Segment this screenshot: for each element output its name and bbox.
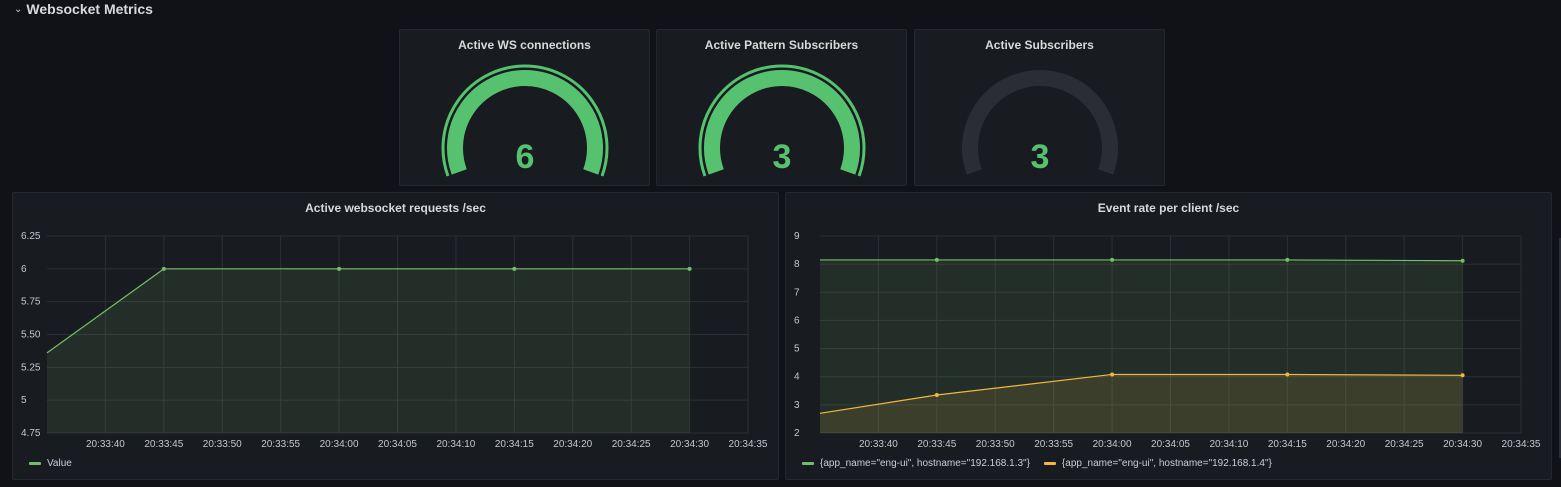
x-tick-label: 20:34:35 (729, 439, 768, 450)
data-point (1285, 372, 1290, 377)
x-tick-label: 20:34:05 (1151, 439, 1190, 450)
legend-label: Value (47, 458, 72, 469)
gauge: 3 (962, 70, 1118, 176)
gauge-value: 3 (773, 138, 792, 176)
data-point (1460, 258, 1465, 263)
y-tick-label: 4 (794, 372, 800, 383)
x-tick-label: 20:34:10 (436, 439, 475, 450)
x-tick-label: 20:34:10 (1209, 439, 1248, 450)
x-tick-label: 20:34:35 (1502, 439, 1541, 450)
chart-panel-active-websocket-requests[interactable]: Active websocket requests /sec 4.75 5 5.25… (12, 192, 779, 480)
x-tick-label: 20:33:50 (976, 439, 1015, 450)
x-tick-label: 20:33:50 (203, 439, 242, 450)
gauge-value: 3 (1031, 138, 1050, 176)
data-point (934, 257, 939, 262)
timeseries-chart: 2 3 4 5 6 7 8 9 20:33:40 20:33:45 20:33:50 20:33:55… (794, 231, 1541, 450)
y-tick-label: 2 (794, 428, 800, 439)
gauge: 6 (441, 64, 609, 177)
y-tick-label: 4.75 (21, 428, 41, 439)
x-tick-label: 20:34:25 (1385, 439, 1424, 450)
legend-item[interactable]: {app_name="eng-ui", hostname="192.168.1.… (1043, 458, 1272, 469)
x-tick-label: 20:33:40 (86, 439, 125, 450)
y-tick-label: 9 (794, 231, 800, 242)
x-tick-label: 20:34:00 (320, 439, 359, 450)
y-tick-label: 5.50 (21, 330, 41, 341)
row-title: Websocket Metrics (26, 1, 153, 17)
x-tick-label: 20:34:30 (1443, 439, 1482, 450)
data-point (1110, 257, 1115, 262)
x-tick-label: 20:33:55 (261, 439, 300, 450)
gauge-panel-active-pattern-subscribers[interactable]: Active Pattern Subscribers 3 (656, 29, 907, 186)
chart-legend: Value (29, 458, 72, 469)
x-tick-label: 20:33:55 (1034, 439, 1073, 450)
legend-label: {app_name="eng-ui", hostname="192.168.1.… (820, 458, 1030, 469)
x-tick-label: 20:34:00 (1093, 439, 1132, 450)
chart-panel-event-rate-per-client[interactable]: Event rate per client /sec 2 3 4 5 6 7 8 9 20:33… (785, 192, 1552, 480)
data-point (337, 266, 342, 271)
x-tick-label: 20:34:20 (1326, 439, 1365, 450)
x-tick-label: 20:33:40 (859, 439, 898, 450)
y-tick-label: 6.25 (21, 231, 41, 242)
x-tick-label: 20:34:15 (495, 439, 534, 450)
legend-swatch (29, 462, 41, 465)
timeseries-chart: 4.75 5 5.25 5.50 5.75 6 6.25 20:33:40 20:33:45 20… (21, 231, 768, 450)
gauge-value: 6 (516, 138, 535, 176)
x-tick-label: 20:34:15 (1268, 439, 1307, 450)
chart-legend: {app_name="eng-ui", hostname="192.168.1.… (802, 458, 1272, 469)
y-tick-label: 6 (21, 264, 27, 275)
legend-label: {app_name="eng-ui", hostname="192.168.1.… (1061, 458, 1272, 469)
y-tick-label: 6 (794, 315, 800, 326)
y-tick-label: 3 (794, 400, 800, 411)
legend-item[interactable]: {app_name="eng-ui", hostname="192.168.1.… (802, 458, 1030, 469)
data-point (934, 393, 939, 398)
x-tick-label: 20:33:45 (144, 439, 183, 450)
data-point (687, 266, 692, 271)
gauge-panel-active-subscribers[interactable]: Active Subscribers 3 (914, 29, 1165, 186)
legend-item[interactable]: Value (29, 458, 72, 469)
data-point (512, 266, 517, 271)
y-tick-label: 5 (794, 344, 800, 355)
y-tick-label: 5.25 (21, 362, 41, 373)
x-tick-label: 20:33:45 (917, 439, 956, 450)
x-tick-label: 20:34:20 (553, 439, 592, 450)
legend-swatch (802, 462, 814, 465)
x-tick-label: 20:34:05 (378, 439, 417, 450)
row-header-websocket-metrics[interactable]: ⌄ Websocket Metrics (14, 0, 153, 18)
y-tick-label: 8 (794, 259, 800, 270)
x-tick-label: 20:34:30 (670, 439, 709, 450)
x-tick-label: 20:34:25 (612, 439, 651, 450)
data-point (1285, 257, 1290, 262)
y-tick-label: 7 (794, 287, 800, 298)
y-tick-label: 5 (21, 395, 27, 406)
data-point (1110, 372, 1115, 377)
y-tick-label: 5.75 (21, 297, 41, 308)
chevron-down-icon: ⌄ (14, 3, 23, 15)
data-point (1460, 373, 1465, 378)
gauge: 3 (698, 64, 866, 177)
legend-swatch (1043, 462, 1056, 465)
series-area (47, 268, 690, 433)
data-point (161, 266, 166, 271)
gauge-panel-active-ws-connections[interactable]: Active WS connections 6 (399, 29, 650, 186)
